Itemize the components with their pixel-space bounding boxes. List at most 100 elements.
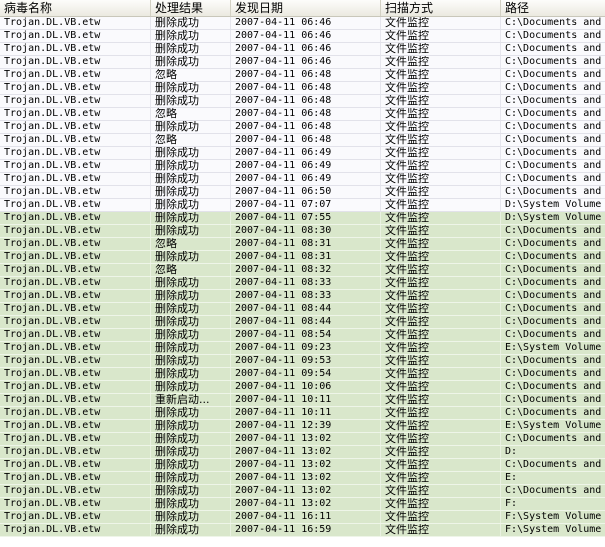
table-row[interactable]: Trojan.DL.VB.etw 删除成功 2007-04-11 08:44 文件监控… — [0, 316, 605, 329]
cell-found-date: 2007-04-11 09:23 — [231, 342, 381, 354]
cell-path: C:\Documents and — [505, 433, 602, 444]
cell-virus-name: Trojan.DL.VB.etw — [0, 511, 151, 523]
virus-log-list: 病毒名称 处理结果 发现日期 扫描方式 路径 Trojan.DL.VB.etw 删… — [0, 0, 605, 547]
table-row[interactable]: Trojan.DL.VB.etw 删除成功 2007-04-11 06:48 文件监控… — [0, 95, 605, 108]
cell-virus-name: Trojan.DL.VB.etw — [0, 381, 151, 393]
cell-scan-method: 文件监控 — [381, 69, 501, 81]
cell-virus-name: Trojan.DL.VB.etw — [0, 238, 151, 250]
table-row[interactable]: Trojan.DL.VB.etw 删除成功 2007-04-11 13:02 文件监控… — [0, 485, 605, 498]
column-header-path[interactable]: 路径 — [501, 0, 605, 16]
cell-scan-method: 文件监控 — [381, 303, 501, 315]
table-row[interactable]: Trojan.DL.VB.etw 删除成功 2007-04-11 06:49 文件监控… — [0, 147, 605, 160]
cell-result: 删除成功 — [151, 43, 231, 55]
table-row[interactable]: Trojan.DL.VB.etw 删除成功 2007-04-11 08:33 文件监控… — [0, 277, 605, 290]
table-row[interactable]: Trojan.DL.VB.etw 删除成功 2007-04-11 08:31 文件监控… — [0, 251, 605, 264]
table-row[interactable]: Trojan.DL.VB.etw 删除成功 2007-04-11 06:49 文件监控… — [0, 160, 605, 173]
cell-result: 删除成功 — [151, 342, 231, 354]
cell-found-date: 2007-04-11 06:48 — [231, 95, 381, 107]
table-row[interactable]: Trojan.DL.VB.etw 删除成功 2007-04-11 13:02 文件监控… — [0, 459, 605, 472]
table-body: Trojan.DL.VB.etw 删除成功 2007-04-11 06:46 文件监控… — [0, 17, 605, 537]
cell-virus-name: Trojan.DL.VB.etw — [0, 290, 151, 302]
cell-path: C:\Documents and — [505, 95, 602, 106]
table-row[interactable]: Trojan.DL.VB.etw 删除成功 2007-04-11 13:02 文件监控… — [0, 498, 605, 511]
column-header-scan-method[interactable]: 扫描方式 — [381, 0, 501, 16]
table-row[interactable]: Trojan.DL.VB.etw 删除成功 2007-04-11 06:46 文件监控… — [0, 43, 605, 56]
table-row[interactable]: Trojan.DL.VB.etw 删除成功 2007-04-11 08:30 文件监控… — [0, 225, 605, 238]
cell-found-date: 2007-04-11 06:46 — [231, 43, 381, 55]
table-row[interactable]: Trojan.DL.VB.etw 删除成功 2007-04-11 10:11 文件监控… — [0, 407, 605, 420]
cell-virus-name: Trojan.DL.VB.etw — [0, 147, 151, 159]
cell-path: C:\Documents and — [505, 30, 602, 41]
table-row[interactable]: Trojan.DL.VB.etw 忽略 2007-04-11 06:48 文件监控 C:… — [0, 108, 605, 121]
cell-scan-method: 文件监控 — [381, 134, 501, 146]
table-row[interactable]: Trojan.DL.VB.etw 删除成功 2007-04-11 13:02 文件监控… — [0, 433, 605, 446]
cell-path: D:\System Volume — [505, 212, 602, 223]
cell-virus-name: Trojan.DL.VB.etw — [0, 394, 151, 406]
cell-virus-name: Trojan.DL.VB.etw — [0, 43, 151, 55]
cell-result: 删除成功 — [151, 316, 231, 328]
column-header-found-date[interactable]: 发现日期 — [231, 0, 381, 16]
table-row[interactable]: Trojan.DL.VB.etw 删除成功 2007-04-11 07:55 文件监控… — [0, 212, 605, 225]
cell-scan-method: 文件监控 — [381, 329, 501, 341]
cell-path: C:\Documents and — [505, 108, 602, 119]
table-row[interactable]: Trojan.DL.VB.etw 删除成功 2007-04-11 13:02 文件监控… — [0, 472, 605, 485]
cell-result: 忽略 — [151, 108, 231, 120]
table-row[interactable]: Trojan.DL.VB.etw 删除成功 2007-04-11 16:59 文件监控… — [0, 524, 605, 537]
table-row[interactable]: Trojan.DL.VB.etw 删除成功 2007-04-11 08:54 文件监控… — [0, 329, 605, 342]
table-row[interactable]: Trojan.DL.VB.etw 忽略 2007-04-11 08:31 文件监控 C:… — [0, 238, 605, 251]
table-row[interactable]: Trojan.DL.VB.etw 删除成功 2007-04-11 09:54 文件监控… — [0, 368, 605, 381]
cell-result: 删除成功 — [151, 459, 231, 471]
cell-scan-method: 文件监控 — [381, 160, 501, 172]
cell-result: 删除成功 — [151, 420, 231, 432]
cell-found-date: 2007-04-11 10:11 — [231, 394, 381, 406]
cell-path: C:\Documents and — [505, 251, 602, 262]
cell-result: 删除成功 — [151, 82, 231, 94]
cell-found-date: 2007-04-11 06:48 — [231, 134, 381, 146]
cell-found-date: 2007-04-11 10:06 — [231, 381, 381, 393]
cell-found-date: 2007-04-11 06:49 — [231, 147, 381, 159]
table-row[interactable]: Trojan.DL.VB.etw 忽略 2007-04-11 06:48 文件监控 C:… — [0, 69, 605, 82]
table-row[interactable]: Trojan.DL.VB.etw 删除成功 2007-04-11 16:11 文件监控… — [0, 511, 605, 524]
cell-found-date: 2007-04-11 08:31 — [231, 238, 381, 250]
table-row[interactable]: Trojan.DL.VB.etw 忽略 2007-04-11 06:48 文件监控 C:… — [0, 134, 605, 147]
cell-result: 删除成功 — [151, 173, 231, 185]
table-row[interactable]: Trojan.DL.VB.etw 重新启动... 2007-04-11 10:11 文… — [0, 394, 605, 407]
cell-result: 重新启动... — [151, 394, 231, 406]
table-row[interactable]: Trojan.DL.VB.etw 删除成功 2007-04-11 08:44 文件监控… — [0, 303, 605, 316]
cell-scan-method: 文件监控 — [381, 524, 501, 536]
table-row[interactable]: Trojan.DL.VB.etw 删除成功 2007-04-11 06:46 文件监控… — [0, 17, 605, 30]
table-row[interactable]: Trojan.DL.VB.etw 删除成功 2007-04-11 12:39 文件监控… — [0, 420, 605, 433]
cell-result: 删除成功 — [151, 498, 231, 510]
cell-path: F:\System Volume — [505, 524, 602, 535]
cell-result: 删除成功 — [151, 199, 231, 211]
cell-path: C:\Documents and — [505, 290, 602, 301]
cell-result: 删除成功 — [151, 303, 231, 315]
table-row[interactable]: Trojan.DL.VB.etw 删除成功 2007-04-11 06:49 文件监控… — [0, 173, 605, 186]
table-row[interactable]: Trojan.DL.VB.etw 删除成功 2007-04-11 10:06 文件监控… — [0, 381, 605, 394]
cell-found-date: 2007-04-11 06:50 — [231, 186, 381, 198]
cell-path: C:\Documents and — [505, 264, 602, 275]
table-row[interactable]: Trojan.DL.VB.etw 删除成功 2007-04-11 07:07 文件监控… — [0, 199, 605, 212]
cell-virus-name: Trojan.DL.VB.etw — [0, 108, 151, 120]
cell-virus-name: Trojan.DL.VB.etw — [0, 186, 151, 198]
cell-path: C:\Documents and — [505, 69, 602, 80]
table-row[interactable]: Trojan.DL.VB.etw 删除成功 2007-04-11 13:02 文件监控… — [0, 446, 605, 459]
table-header: 病毒名称 处理结果 发现日期 扫描方式 路径 — [0, 0, 605, 17]
table-row[interactable]: Trojan.DL.VB.etw 删除成功 2007-04-11 06:46 文件监控… — [0, 30, 605, 43]
cell-scan-method: 文件监控 — [381, 264, 501, 276]
cell-scan-method: 文件监控 — [381, 485, 501, 497]
table-row[interactable]: Trojan.DL.VB.etw 删除成功 2007-04-11 06:48 文件监控… — [0, 121, 605, 134]
table-row[interactable]: Trojan.DL.VB.etw 删除成功 2007-04-11 06:50 文件监控… — [0, 186, 605, 199]
column-header-virus-name[interactable]: 病毒名称 — [0, 0, 151, 16]
cell-path: C:\Documents and — [505, 147, 602, 158]
cell-virus-name: Trojan.DL.VB.etw — [0, 472, 151, 484]
table-row[interactable]: Trojan.DL.VB.etw 删除成功 2007-04-11 09:53 文件监控… — [0, 355, 605, 368]
table-row[interactable]: Trojan.DL.VB.etw 删除成功 2007-04-11 06:46 文件监控… — [0, 56, 605, 69]
table-row[interactable]: Trojan.DL.VB.etw 删除成功 2007-04-11 09:23 文件监控… — [0, 342, 605, 355]
table-row[interactable]: Trojan.DL.VB.etw 删除成功 2007-04-11 06:48 文件监控… — [0, 82, 605, 95]
cell-result: 删除成功 — [151, 290, 231, 302]
table-row[interactable]: Trojan.DL.VB.etw 删除成功 2007-04-11 08:33 文件监控… — [0, 290, 605, 303]
column-header-result[interactable]: 处理结果 — [151, 0, 231, 16]
table-row[interactable]: Trojan.DL.VB.etw 忽略 2007-04-11 08:32 文件监控 C:… — [0, 264, 605, 277]
cell-found-date: 2007-04-11 06:48 — [231, 82, 381, 94]
